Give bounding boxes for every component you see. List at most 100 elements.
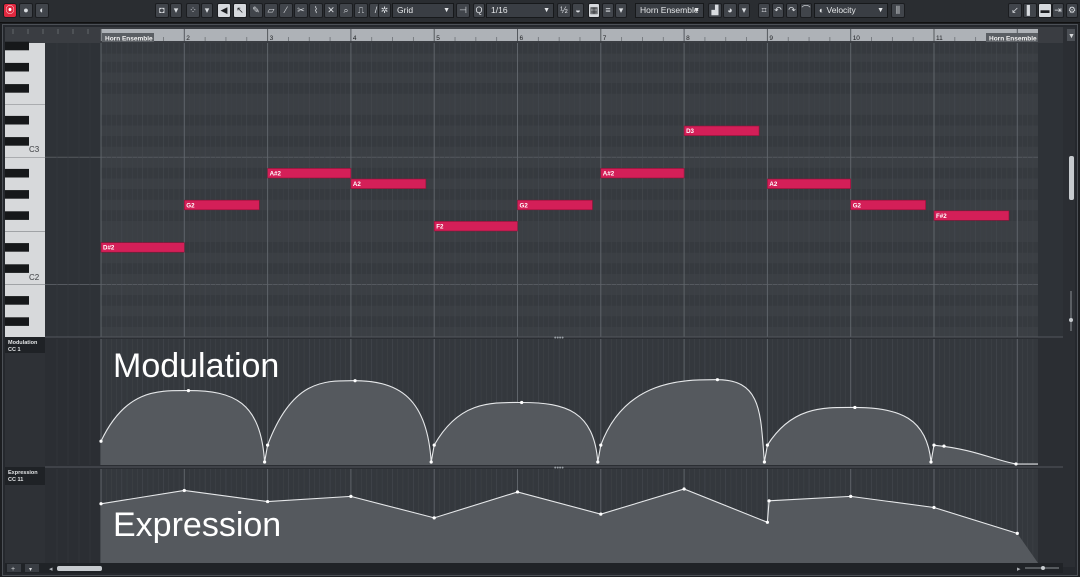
snap-toggle-icon[interactable]: ✲: [378, 3, 391, 18]
undo-icon[interactable]: ↶: [772, 3, 784, 18]
modulation-point[interactable]: [186, 388, 191, 393]
modulation-point[interactable]: [520, 400, 524, 405]
expression-point[interactable]: [99, 502, 103, 506]
expression-point[interactable]: [849, 494, 853, 498]
vertical-zoom-handle[interactable]: [1069, 318, 1073, 322]
modulation-point[interactable]: [263, 460, 267, 464]
track-dropdown[interactable]: Horn Ensemble ▼: [635, 3, 704, 18]
record-button[interactable]: ⦿: [3, 3, 17, 18]
trim-icon[interactable]: ⁄: [279, 3, 293, 18]
horizontal-zoom-handle[interactable]: [1041, 566, 1045, 570]
modulation-point[interactable]: [1014, 462, 1018, 466]
legato-icon[interactable]: ⌒: [800, 3, 812, 18]
modulation-point[interactable]: [762, 460, 767, 464]
quantize-apply-icon[interactable]: ◒: [572, 3, 584, 18]
black-key[interactable]: [5, 62, 29, 72]
lane-resize-handle[interactable]: ••••: [554, 465, 564, 472]
line-tool-icon[interactable]: ⎍: [354, 3, 368, 18]
snap-icon[interactable]: ⁘: [186, 3, 200, 18]
midi-note[interactable]: [850, 199, 926, 211]
redo-icon[interactable]: ↷: [786, 3, 798, 18]
vertical-scrollbar[interactable]: [1063, 27, 1075, 567]
pencil-icon[interactable]: ✎: [249, 3, 263, 18]
modulation-point[interactable]: [266, 443, 270, 447]
lanes-icon[interactable]: ≡: [602, 3, 614, 18]
modulation-point[interactable]: [432, 443, 436, 447]
camera-icon[interactable]: ◘: [155, 3, 169, 18]
chevron-down-icon[interactable]: ▾: [738, 3, 750, 18]
modulation-point[interactable]: [929, 460, 933, 464]
expression-point[interactable]: [932, 505, 936, 510]
settings-icon[interactable]: ⚙: [1066, 3, 1078, 18]
ruler-range[interactable]: [101, 29, 1038, 41]
modulation-point[interactable]: [853, 405, 857, 410]
expression-point[interactable]: [1015, 531, 1019, 535]
solo-button[interactable]: ◐: [35, 3, 49, 18]
lower-zone-icon[interactable]: ▬: [1038, 3, 1052, 18]
mixer-icon[interactable]: ⫼: [891, 3, 905, 18]
expression-point[interactable]: [432, 516, 436, 520]
black-key[interactable]: [5, 211, 29, 220]
eraser-icon[interactable]: ▱: [264, 3, 278, 18]
black-key[interactable]: [5, 168, 29, 178]
palette-icon[interactable]: ◕: [723, 3, 737, 18]
levels-icon[interactable]: ▟: [708, 3, 722, 18]
midi-note[interactable]: [517, 199, 593, 211]
expression-point[interactable]: [767, 499, 771, 503]
swing-icon[interactable]: ½: [557, 3, 571, 18]
expression-point[interactable]: [266, 499, 270, 504]
black-key[interactable]: [5, 115, 29, 125]
expression-point[interactable]: [349, 494, 353, 498]
chevron-down-icon[interactable]: ▾: [201, 3, 213, 18]
grid-type-dropdown[interactable]: Grid ▼: [392, 3, 454, 18]
vertical-scroll-thumb[interactable]: [1069, 156, 1074, 200]
modulation-point[interactable]: [596, 460, 600, 464]
expression-point[interactable]: [765, 520, 770, 524]
modulation-lane-header[interactable]: [5, 337, 45, 467]
black-key[interactable]: [5, 190, 29, 199]
modulation-point[interactable]: [942, 444, 946, 448]
transform-icon[interactable]: ⌗: [758, 3, 770, 18]
pointer-icon[interactable]: ↖: [233, 3, 247, 18]
speaker-icon[interactable]: ◀: [217, 3, 231, 18]
scroll-left-icon[interactable]: ◂: [49, 566, 53, 573]
modulation-point[interactable]: [715, 378, 720, 382]
step-input-icon[interactable]: ▦: [588, 3, 600, 18]
black-key[interactable]: [5, 264, 29, 273]
lane-resize-handle[interactable]: ••••: [554, 335, 564, 342]
modulation-point[interactable]: [599, 443, 603, 447]
black-key[interactable]: [5, 243, 29, 252]
scroll-right-icon[interactable]: ▸: [1017, 566, 1021, 573]
export-icon[interactable]: ⇥: [1052, 3, 1064, 18]
expression-point[interactable]: [182, 488, 186, 493]
midi-note[interactable]: [683, 125, 760, 136]
midi-note[interactable]: [767, 178, 852, 189]
chevron-down-icon[interactable]: ▾: [615, 3, 627, 18]
quantize-icon[interactable]: Q: [473, 3, 485, 18]
horizontal-scroll-thumb[interactable]: [57, 566, 102, 571]
expression-point[interactable]: [682, 487, 686, 491]
quantize-dropdown[interactable]: 1/16 ▼: [486, 3, 554, 18]
midi-note[interactable]: [433, 221, 518, 232]
modulation-point[interactable]: [99, 439, 103, 443]
black-key[interactable]: [5, 41, 29, 51]
grid-settings-icon[interactable]: ⊣: [456, 3, 470, 18]
chevron-down-icon[interactable]: ▾: [170, 3, 182, 18]
glue-icon[interactable]: ⌇: [309, 3, 323, 18]
window-layout-icon[interactable]: ↙: [1008, 3, 1022, 18]
scissors-icon[interactable]: ✂: [294, 3, 308, 18]
zoom-icon[interactable]: ⌕: [339, 3, 353, 18]
mute-icon[interactable]: ✕: [324, 3, 338, 18]
modulation-point[interactable]: [353, 379, 357, 383]
black-key[interactable]: [5, 137, 29, 146]
monitor-button[interactable]: ●: [19, 3, 33, 18]
black-key[interactable]: [5, 84, 29, 93]
midi-note[interactable]: [350, 178, 427, 189]
expression-point[interactable]: [515, 490, 520, 494]
modulation-point[interactable]: [429, 460, 433, 464]
black-key[interactable]: [5, 296, 29, 305]
left-zone-icon[interactable]: ▌: [1023, 3, 1037, 18]
controller-dropdown[interactable]: ◐ Velocity ▼: [814, 3, 888, 18]
expression-point[interactable]: [599, 512, 603, 516]
midi-note[interactable]: [184, 199, 260, 211]
